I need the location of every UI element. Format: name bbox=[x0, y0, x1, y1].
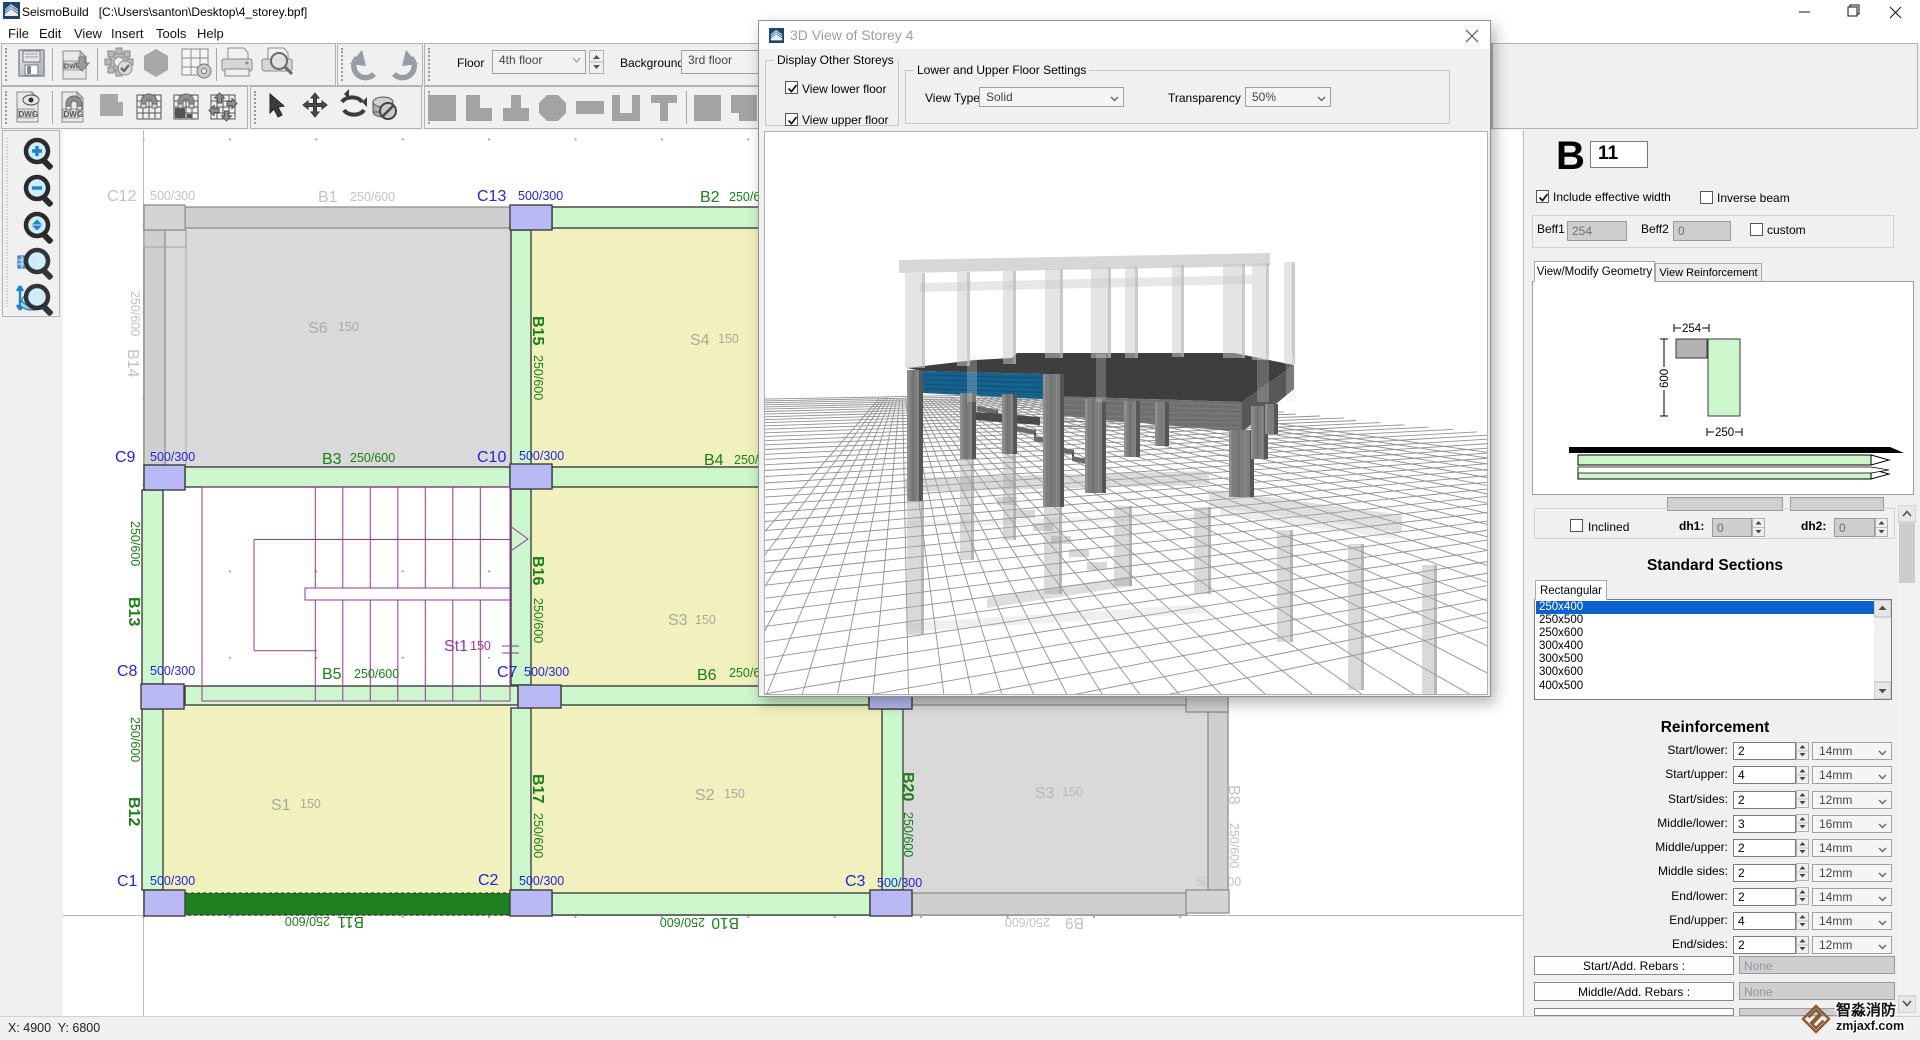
svg-text:B9: B9 bbox=[1065, 914, 1084, 931]
svg-text:S4: S4 bbox=[690, 332, 710, 349]
svg-text:S3: S3 bbox=[1035, 785, 1055, 802]
svg-text:250/600: 250/600 bbox=[660, 915, 705, 929]
svg-text:B11: B11 bbox=[338, 913, 364, 930]
svg-text:B2: B2 bbox=[700, 189, 720, 206]
svg-text:150: 150 bbox=[718, 332, 739, 346]
svg-text:智淼消防: 智淼消防 bbox=[1836, 1001, 1896, 1019]
svg-text:250/600: 250/600 bbox=[1227, 823, 1241, 868]
svg-text:C7: C7 bbox=[497, 664, 518, 681]
svg-text:250: 250 bbox=[1715, 427, 1734, 439]
svg-text:B3: B3 bbox=[322, 451, 342, 468]
svg-text:150: 150 bbox=[695, 613, 716, 627]
svg-text:250/600: 250/600 bbox=[531, 355, 545, 400]
svg-text:250/600: 250/600 bbox=[531, 598, 545, 643]
svg-text:C12: C12 bbox=[107, 188, 136, 205]
svg-text:150: 150 bbox=[338, 320, 359, 334]
svg-text:B6: B6 bbox=[697, 667, 717, 684]
svg-text:150: 150 bbox=[1062, 785, 1083, 799]
svg-text:250/600: 250/600 bbox=[350, 451, 395, 465]
svg-text:C1: C1 bbox=[117, 873, 138, 890]
svg-text:250/600: 250/600 bbox=[901, 812, 915, 857]
svg-text:500/300: 500/300 bbox=[150, 450, 195, 464]
svg-text:C3: C3 bbox=[845, 873, 866, 890]
svg-text:250/600: 250/600 bbox=[128, 521, 142, 566]
svg-text:500/300: 500/300 bbox=[150, 874, 195, 888]
svg-text:B5: B5 bbox=[322, 666, 342, 683]
svg-text:150: 150 bbox=[470, 639, 491, 653]
svg-text:B14: B14 bbox=[124, 349, 141, 378]
svg-text:254: 254 bbox=[1682, 323, 1702, 335]
svg-text:C13: C13 bbox=[477, 188, 506, 205]
svg-text:500/300: 500/300 bbox=[524, 665, 569, 679]
svg-text:250/600: 250/600 bbox=[531, 813, 545, 858]
svg-text:500/300: 500/300 bbox=[519, 449, 564, 463]
svg-text:C9: C9 bbox=[115, 449, 136, 466]
svg-text:B1: B1 bbox=[318, 189, 338, 206]
svg-text:250/600: 250/600 bbox=[128, 291, 142, 336]
svg-text:500/300: 500/300 bbox=[519, 874, 564, 888]
svg-text:500/300: 500/300 bbox=[877, 876, 922, 890]
svg-text:S1: S1 bbox=[271, 797, 291, 814]
svg-text:S6: S6 bbox=[308, 320, 328, 337]
svg-text:250/600: 250/600 bbox=[354, 667, 399, 681]
svg-text:250/600: 250/600 bbox=[128, 717, 142, 762]
svg-text:B16: B16 bbox=[529, 556, 546, 585]
svg-text:500/300: 500/300 bbox=[150, 189, 195, 203]
svg-text:500/300: 500/300 bbox=[150, 664, 195, 678]
svg-text:B13: B13 bbox=[125, 597, 142, 626]
svg-text:250/600: 250/600 bbox=[350, 190, 395, 204]
svg-text:B17: B17 bbox=[529, 774, 546, 803]
svg-text:B10: B10 bbox=[711, 914, 739, 931]
svg-text:600: 600 bbox=[1659, 369, 1671, 388]
svg-text:150: 150 bbox=[724, 787, 745, 801]
svg-text:S2: S2 bbox=[695, 787, 715, 804]
svg-text:St1: St1 bbox=[444, 638, 468, 655]
svg-text:S3: S3 bbox=[668, 612, 688, 629]
svg-text:C2: C2 bbox=[478, 872, 499, 889]
svg-text:B8: B8 bbox=[1225, 785, 1242, 805]
svg-text:C8: C8 bbox=[117, 663, 138, 680]
svg-text:150: 150 bbox=[300, 797, 321, 811]
svg-text:C10: C10 bbox=[477, 449, 506, 466]
svg-text:250/600: 250/600 bbox=[285, 914, 330, 928]
svg-text:500/300: 500/300 bbox=[518, 189, 563, 203]
svg-text:B20: B20 bbox=[899, 772, 916, 801]
svg-text:zmjaxf.com: zmjaxf.com bbox=[1836, 1019, 1904, 1033]
svg-text:B12: B12 bbox=[125, 797, 142, 826]
svg-text:250/600: 250/600 bbox=[1005, 915, 1050, 929]
svg-text:B15: B15 bbox=[529, 316, 546, 345]
svg-text:B4: B4 bbox=[704, 452, 724, 469]
